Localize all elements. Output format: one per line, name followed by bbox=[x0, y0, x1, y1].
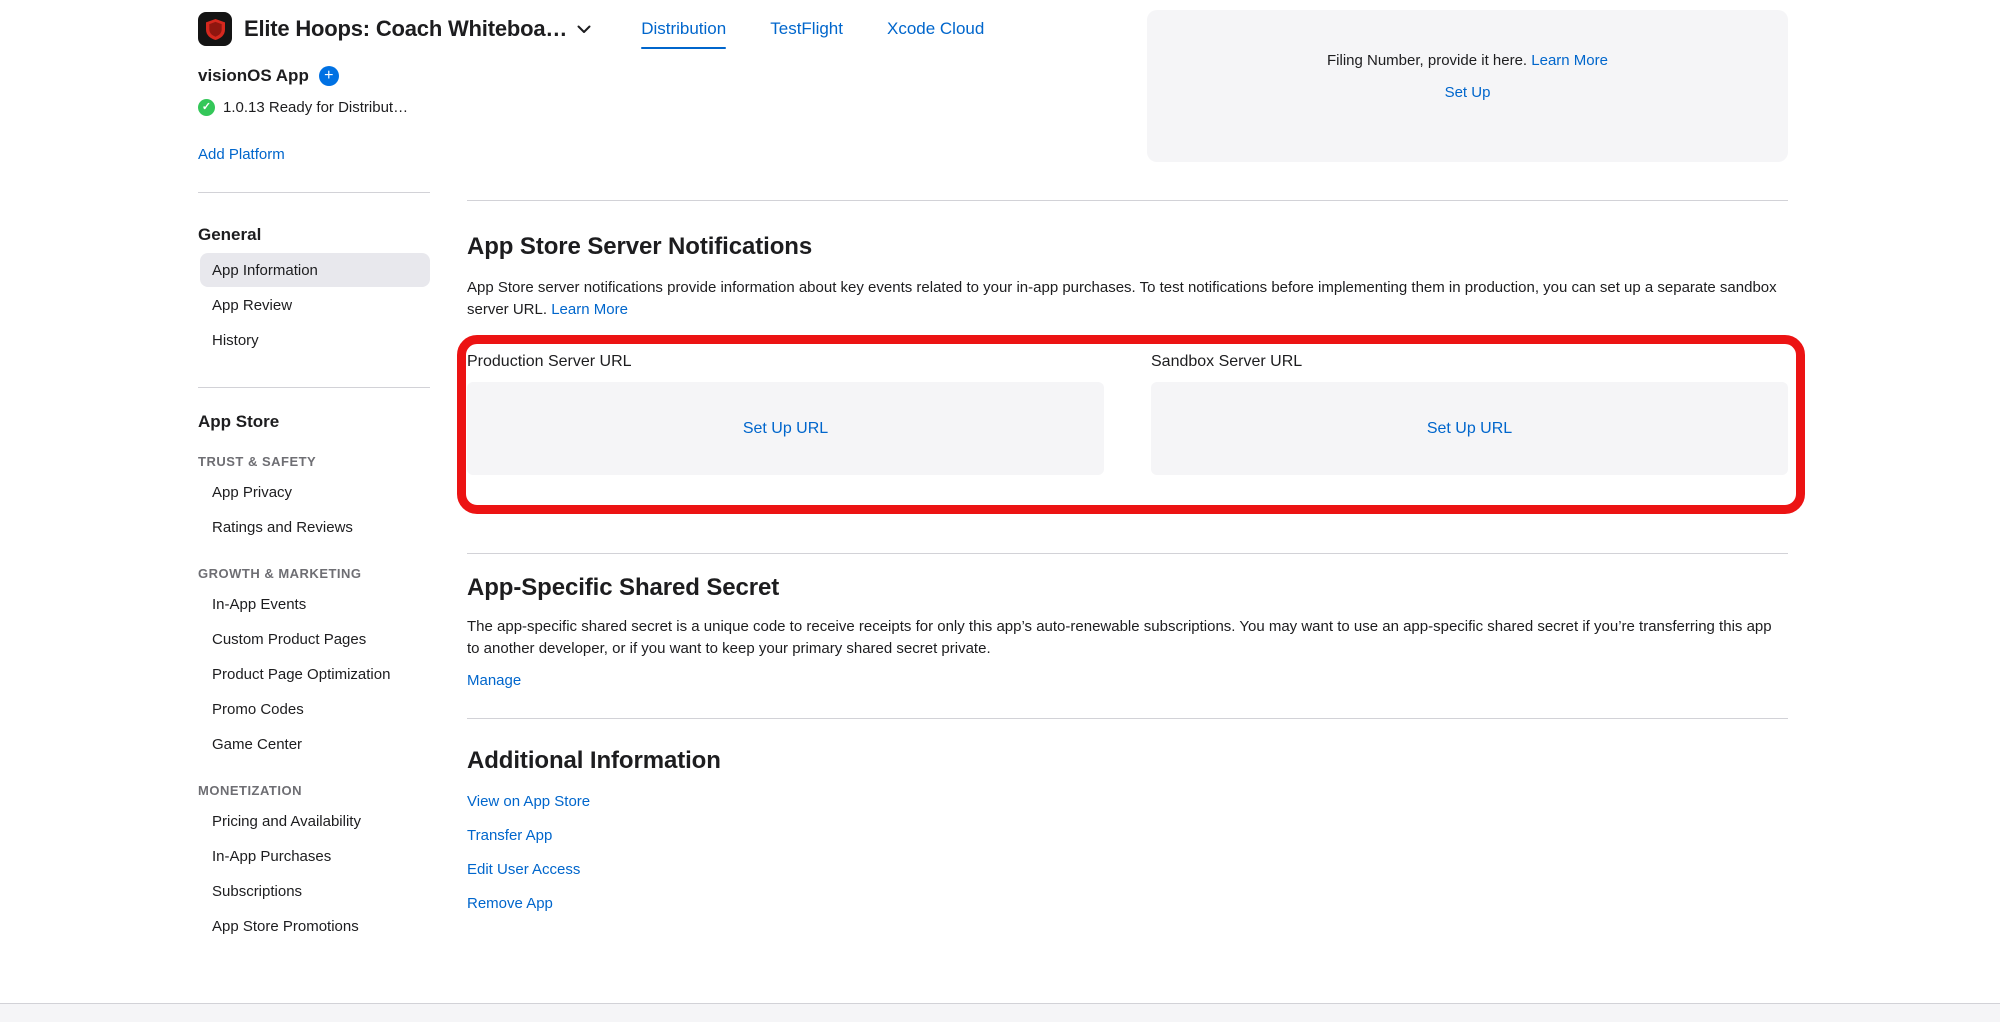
sidebar-group-trust-safety: TRUST & SAFETY bbox=[198, 454, 430, 469]
sidebar-item-game-center[interactable]: Game Center bbox=[200, 727, 430, 761]
section-server-notifications: App Store Server Notifications App Store… bbox=[467, 233, 1788, 475]
server-notifications-learn-more-link[interactable]: Learn More bbox=[551, 301, 628, 318]
sidebar-divider bbox=[198, 192, 430, 193]
footer-bar bbox=[0, 1003, 2000, 1022]
additional-information-heading: Additional Information bbox=[467, 747, 1788, 775]
app-title: Elite Hoops: Coach Whiteboa… bbox=[244, 16, 567, 42]
content-columns: visionOS App + ✓ 1.0.13 Ready for Distri… bbox=[198, 58, 1788, 944]
sidebar-item-ratings-reviews[interactable]: Ratings and Reviews bbox=[200, 510, 430, 544]
tab-xcode-cloud[interactable]: Xcode Cloud bbox=[887, 19, 984, 39]
shared-secret-heading: App-Specific Shared Secret bbox=[467, 574, 1788, 602]
plus-circle-icon[interactable]: + bbox=[319, 66, 339, 86]
sandbox-server-url-panel: Set Up URL bbox=[1151, 382, 1788, 475]
sidebar-item-subscriptions[interactable]: Subscriptions bbox=[200, 874, 430, 908]
section-divider bbox=[467, 718, 1788, 719]
tab-testflight[interactable]: TestFlight bbox=[770, 19, 843, 39]
production-server-url-group: Production Server URL Set Up URL bbox=[467, 351, 1104, 475]
sidebar-item-app-privacy[interactable]: App Privacy bbox=[200, 475, 430, 509]
sandbox-server-url-group: Sandbox Server URL Set Up URL bbox=[1151, 351, 1788, 475]
app-icon bbox=[198, 12, 232, 46]
sidebar: visionOS App + ✓ 1.0.13 Ready for Distri… bbox=[198, 58, 430, 944]
sidebar-nav-trust-safety: App Privacy Ratings and Reviews bbox=[198, 475, 430, 544]
section-divider bbox=[467, 553, 1788, 554]
section-additional-information: Additional Information View on App Store… bbox=[467, 747, 1788, 915]
sidebar-group-monetization: MONETIZATION bbox=[198, 783, 430, 798]
sidebar-nav-general: App Information App Review History bbox=[198, 253, 430, 357]
header-tabs: Distribution TestFlight Xcode Cloud bbox=[641, 0, 984, 58]
production-set-up-url-link[interactable]: Set Up URL bbox=[743, 420, 828, 438]
production-server-url-panel: Set Up URL bbox=[467, 382, 1104, 475]
edit-user-access-link[interactable]: Edit User Access bbox=[467, 859, 580, 881]
remove-app-link[interactable]: Remove App bbox=[467, 893, 553, 915]
transfer-app-link[interactable]: Transfer App bbox=[467, 825, 552, 847]
chevron-down-icon[interactable] bbox=[577, 25, 591, 34]
additional-links: View on App Store Transfer App Edit User… bbox=[467, 791, 1788, 915]
app-switcher[interactable]: Elite Hoops: Coach Whiteboa… bbox=[198, 12, 591, 46]
production-server-url-label: Production Server URL bbox=[467, 351, 1104, 373]
tab-distribution[interactable]: Distribution bbox=[641, 19, 726, 39]
platform-title: visionOS App bbox=[198, 66, 309, 86]
add-platform-link[interactable]: Add Platform bbox=[198, 146, 285, 163]
sidebar-item-custom-product-pages[interactable]: Custom Product Pages bbox=[200, 622, 430, 656]
shield-icon bbox=[206, 19, 225, 40]
version-status-row[interactable]: ✓ 1.0.13 Ready for Distribut… bbox=[198, 99, 430, 116]
sidebar-item-product-page-optimization[interactable]: Product Page Optimization bbox=[200, 657, 430, 691]
sidebar-item-history[interactable]: History bbox=[200, 323, 430, 357]
server-url-row: Production Server URL Set Up URL Sandbox… bbox=[467, 351, 1788, 475]
sidebar-item-app-review[interactable]: App Review bbox=[200, 288, 430, 322]
sidebar-group-growth-marketing: GROWTH & MARKETING bbox=[198, 566, 430, 581]
page-container: Elite Hoops: Coach Whiteboa… Distributio… bbox=[198, 0, 1788, 944]
sidebar-item-app-store-promotions[interactable]: App Store Promotions bbox=[200, 909, 430, 943]
main-content: App Store Server Notifications App Store… bbox=[467, 58, 1788, 927]
shared-secret-description: The app-specific shared secret is a uniq… bbox=[467, 616, 1788, 660]
version-status-label: 1.0.13 Ready for Distribut… bbox=[223, 99, 408, 116]
sidebar-item-promo-codes[interactable]: Promo Codes bbox=[200, 692, 430, 726]
sidebar-nav-growth-marketing: In-App Events Custom Product Pages Produ… bbox=[198, 587, 430, 761]
sidebar-divider bbox=[198, 387, 430, 388]
server-notifications-description: App Store server notifications provide i… bbox=[467, 277, 1788, 321]
section-divider bbox=[467, 200, 1788, 201]
server-notifications-description-text: App Store server notifications provide i… bbox=[467, 279, 1777, 318]
sidebar-heading-app-store: App Store bbox=[198, 412, 430, 432]
sidebar-item-pricing-availability[interactable]: Pricing and Availability bbox=[200, 804, 430, 838]
sidebar-item-in-app-purchases[interactable]: In-App Purchases bbox=[200, 839, 430, 873]
section-shared-secret: App-Specific Shared Secret The app-speci… bbox=[467, 574, 1788, 690]
platform-header: visionOS App + bbox=[198, 66, 430, 86]
view-on-app-store-link[interactable]: View on App Store bbox=[467, 791, 590, 813]
check-circle-icon: ✓ bbox=[198, 99, 215, 116]
server-notifications-heading: App Store Server Notifications bbox=[467, 233, 1788, 261]
manage-link[interactable]: Manage bbox=[467, 672, 521, 689]
sidebar-item-app-information[interactable]: App Information bbox=[200, 253, 430, 287]
sandbox-set-up-url-link[interactable]: Set Up URL bbox=[1427, 420, 1512, 438]
sandbox-server-url-label: Sandbox Server URL bbox=[1151, 351, 1788, 373]
sidebar-heading-general: General bbox=[198, 225, 430, 245]
sidebar-item-in-app-events[interactable]: In-App Events bbox=[200, 587, 430, 621]
sidebar-nav-monetization: Pricing and Availability In-App Purchase… bbox=[198, 804, 430, 943]
